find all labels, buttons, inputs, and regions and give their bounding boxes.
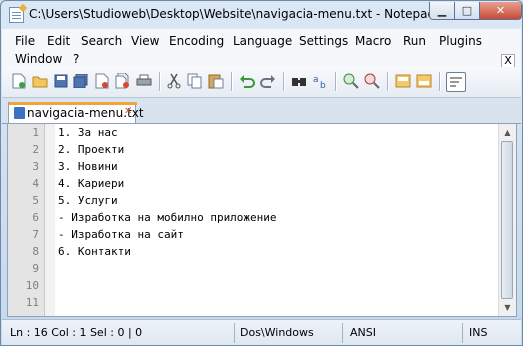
line-number-gutter: 1 2 3 4 5 6 7 8 9 10 11 bbox=[8, 124, 45, 316]
redo-icon[interactable] bbox=[259, 72, 277, 90]
tab-bar: navigacia-menu.txt ✕ bbox=[2, 98, 521, 124]
document-close-icon[interactable]: X bbox=[501, 54, 515, 68]
close-icon[interactable] bbox=[93, 72, 111, 90]
menu-run[interactable]: Run bbox=[403, 34, 426, 48]
scroll-thumb[interactable] bbox=[501, 141, 513, 299]
toolbar: ab bbox=[2, 67, 521, 98]
status-divider bbox=[234, 323, 235, 343]
line-number: 5 bbox=[32, 194, 39, 207]
new-file-icon[interactable] bbox=[10, 72, 28, 90]
toolbar-separator bbox=[439, 72, 440, 91]
replace-icon[interactable]: ab bbox=[311, 72, 329, 90]
maximize-button[interactable]: □ bbox=[454, 2, 480, 20]
status-bar: Ln : 16 Col : 1 Sel : 0 | 0 Dos\Windows … bbox=[2, 319, 521, 345]
menu-plugins[interactable]: Plugins bbox=[439, 34, 482, 48]
line-number: 9 bbox=[32, 262, 39, 275]
zoom-in-icon[interactable] bbox=[342, 72, 360, 90]
save-icon[interactable] bbox=[52, 72, 70, 90]
cut-icon[interactable] bbox=[165, 72, 183, 90]
print-icon[interactable] bbox=[135, 72, 153, 90]
toolbar-separator bbox=[283, 72, 284, 91]
sync-v-icon[interactable] bbox=[394, 72, 412, 90]
close-button[interactable]: ✕ bbox=[479, 2, 522, 20]
text-line[interactable]: - Изработка на сайт bbox=[58, 228, 184, 241]
close-all-icon[interactable] bbox=[114, 72, 132, 90]
text-editor[interactable]: 1 2 3 4 5 6 7 8 9 10 11 1. За нас 2. Про… bbox=[7, 123, 517, 317]
text-line[interactable]: 6. Контакти bbox=[58, 245, 131, 258]
insert-mode[interactable]: INS bbox=[469, 323, 487, 343]
title-bar[interactable]: C:\Users\Studioweb\Desktop\Website\navig… bbox=[1, 1, 522, 29]
menu-edit[interactable]: Edit bbox=[47, 34, 70, 48]
notepad-app-icon bbox=[9, 7, 24, 23]
vertical-scrollbar[interactable]: ▲ ▼ bbox=[498, 124, 516, 316]
line-number: 10 bbox=[25, 279, 39, 292]
zoom-out-icon[interactable] bbox=[363, 72, 381, 90]
text-line[interactable]: 5. Услуги bbox=[58, 194, 118, 207]
menu-file[interactable]: File bbox=[15, 34, 35, 48]
line-number: 11 bbox=[25, 296, 39, 309]
line-number: 4 bbox=[32, 177, 39, 190]
menu-settings[interactable]: Settings bbox=[299, 34, 348, 48]
undo-icon[interactable] bbox=[238, 72, 256, 90]
line-number: 1 bbox=[32, 126, 39, 139]
paste-icon[interactable] bbox=[207, 72, 225, 90]
svg-text:a: a bbox=[313, 75, 319, 85]
text-line[interactable]: 4. Кариери bbox=[58, 177, 124, 190]
svg-text:b: b bbox=[320, 81, 326, 89]
text-line[interactable]: 1. За нас bbox=[58, 126, 118, 139]
text-line[interactable]: 2. Проекти bbox=[58, 143, 124, 156]
tab-navigacia-menu[interactable]: navigacia-menu.txt ✕ bbox=[8, 102, 144, 123]
menu-window[interactable]: Window bbox=[15, 52, 62, 66]
line-number: 2 bbox=[32, 143, 39, 156]
wrap-icon[interactable] bbox=[446, 72, 466, 92]
menu-bar: File Edit Search View Encoding Language … bbox=[2, 29, 521, 68]
tab-close-icon[interactable]: ✕ bbox=[124, 107, 134, 117]
find-icon[interactable] bbox=[290, 72, 308, 90]
save-all-icon[interactable] bbox=[72, 72, 90, 90]
status-divider bbox=[462, 323, 463, 343]
line-number: 8 bbox=[32, 245, 39, 258]
notepad-window: C:\Users\Studioweb\Desktop\Website\navig… bbox=[0, 0, 523, 346]
menu-view[interactable]: View bbox=[131, 34, 159, 48]
minimize-button[interactable]: ▁ bbox=[429, 2, 455, 20]
file-encoding[interactable]: ANSI bbox=[350, 323, 376, 343]
text-line[interactable]: - Изработка на мобилно приложение bbox=[58, 211, 277, 224]
menu-search[interactable]: Search bbox=[81, 34, 122, 48]
file-saved-icon bbox=[14, 107, 25, 119]
status-divider bbox=[342, 323, 343, 343]
menu-language[interactable]: Language bbox=[233, 34, 292, 48]
menu-macro[interactable]: Macro bbox=[355, 34, 391, 48]
toolbar-separator bbox=[159, 72, 160, 91]
scroll-down-arrow-icon[interactable]: ▼ bbox=[501, 301, 514, 314]
eol-format[interactable]: Dos\Windows bbox=[240, 323, 314, 343]
line-number: 6 bbox=[32, 211, 39, 224]
line-number: 3 bbox=[32, 160, 39, 173]
toolbar-separator bbox=[387, 72, 388, 91]
sync-h-icon[interactable] bbox=[415, 72, 433, 90]
fold-margin[interactable] bbox=[45, 124, 55, 316]
toolbar-separator bbox=[335, 72, 336, 91]
scroll-up-arrow-icon[interactable]: ▲ bbox=[501, 126, 514, 139]
text-line[interactable]: 3. Новини bbox=[58, 160, 118, 173]
active-tab-indicator bbox=[9, 102, 137, 105]
menu-help[interactable]: ? bbox=[73, 52, 79, 66]
cursor-position: Ln : 16 Col : 1 Sel : 0 | 0 bbox=[10, 326, 143, 339]
line-number: 7 bbox=[32, 228, 39, 241]
menu-encoding[interactable]: Encoding bbox=[169, 34, 224, 48]
window-title: C:\Users\Studioweb\Desktop\Website\navig… bbox=[29, 7, 451, 21]
open-file-icon[interactable] bbox=[31, 72, 49, 90]
copy-icon[interactable] bbox=[186, 72, 204, 90]
toolbar-separator bbox=[231, 72, 232, 91]
